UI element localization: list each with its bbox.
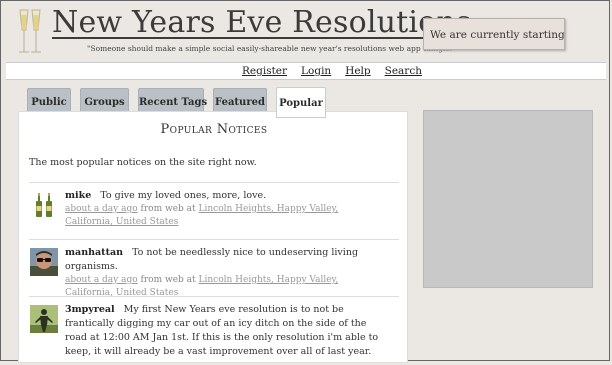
sidebar-placeholder <box>423 110 593 288</box>
site-tagline: "Someone should make a simple social eas… <box>87 44 456 53</box>
notice-username[interactable]: 3mpyreal <box>65 304 115 315</box>
section-title: Popular Notices <box>160 122 268 137</box>
notice-username[interactable]: manhattan <box>65 247 123 258</box>
bottles-avatar[interactable] <box>30 191 58 219</box>
notice-source: from web at <box>140 204 196 214</box>
tab-popular[interactable]: Popular <box>276 87 326 118</box>
sunglasses-avatar[interactable] <box>30 248 58 276</box>
notice-meta: about a day ago from web at Lincoln Heig… <box>65 203 385 229</box>
notice-source: from web at <box>140 275 196 285</box>
silhouette-avatar[interactable] <box>30 305 58 333</box>
notice-item: 3mpyreal My first New Years eve resoluti… <box>29 296 399 365</box>
tab-public[interactable]: Public <box>27 88 71 112</box>
notice-item: manhattan To not be needlessly nice to u… <box>29 239 399 298</box>
status-box: We are currently starting to drink... <box>423 18 565 50</box>
tab-recent-tags[interactable]: Recent Tags <box>138 88 207 112</box>
section-description: The most popular notices on the site rig… <box>29 157 257 168</box>
site-title[interactable]: New Years Eve Resolutions <box>52 6 472 40</box>
notice-item: mike To give my loved ones, more, love. … <box>29 182 399 240</box>
top-nav-bar: Register Login Help Search <box>6 62 606 80</box>
notice-username[interactable]: mike <box>65 190 91 201</box>
nav-help-link[interactable]: Help <box>345 63 370 79</box>
nav-register-link[interactable]: Register <box>242 63 287 79</box>
champagne-glasses-logo <box>19 9 41 53</box>
tab-groups[interactable]: Groups <box>80 88 129 112</box>
notice-time-link[interactable]: about a day ago <box>65 204 138 214</box>
nav-search-link[interactable]: Search <box>385 63 422 79</box>
main-content-panel: Popular Notices The most popular notices… <box>18 111 408 363</box>
notice-time-link[interactable]: about a day ago <box>65 275 138 285</box>
notice-text: To give my loved ones, more, love. <box>100 190 267 201</box>
tab-featured[interactable]: Featured <box>213 88 267 112</box>
nav-login-link[interactable]: Login <box>301 63 331 79</box>
